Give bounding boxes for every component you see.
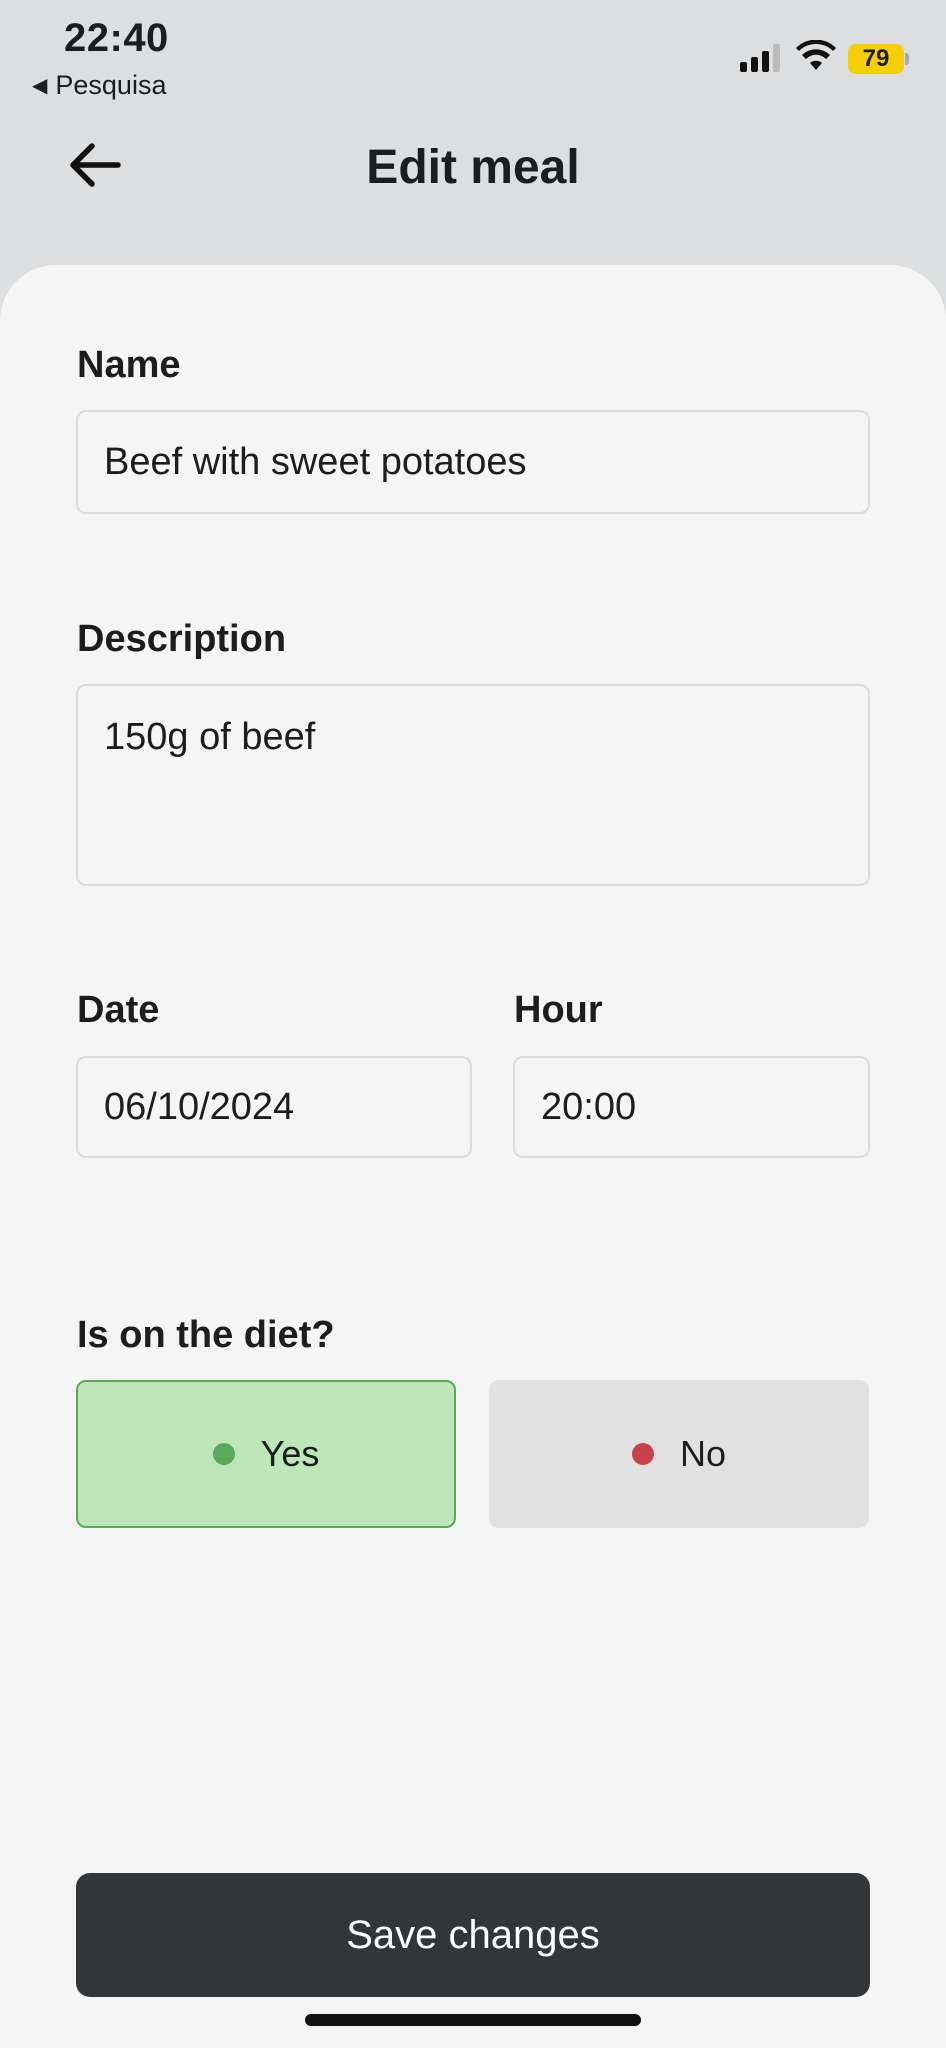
diet-yes-button[interactable]: Yes (76, 1380, 456, 1528)
wifi-icon (796, 40, 836, 70)
date-input-value: 06/10/2024 (104, 1085, 295, 1128)
diet-question-label: Is on the diet? (77, 1314, 335, 1356)
diet-yes-label: Yes (260, 1433, 320, 1474)
status-time: 22:40 (64, 16, 169, 60)
name-input-value: Beef with sweet potatoes (104, 440, 527, 483)
page-title: Edit meal (366, 141, 580, 194)
red-dot-icon (631, 1443, 654, 1465)
save-changes-button[interactable]: Save changes (76, 1873, 870, 1997)
back-triangle-icon: ◀ (32, 75, 48, 97)
home-indicator (305, 2014, 641, 2026)
save-changes-label: Save changes (346, 1912, 600, 1957)
date-input[interactable]: 06/10/2024 (76, 1056, 472, 1158)
hour-input[interactable]: 20:00 (513, 1056, 870, 1158)
name-input[interactable]: Beef with sweet potatoes (76, 410, 870, 514)
green-dot-icon (212, 1443, 235, 1465)
date-label: Date (77, 989, 160, 1031)
battery-level: 79 (848, 44, 904, 74)
diet-no-label: No (679, 1433, 727, 1474)
back-app-label: Pesquisa (55, 70, 167, 100)
cellular-signal-icon (740, 44, 780, 72)
battery-tip (905, 53, 909, 65)
back-to-app-link[interactable]: ◀ Pesquisa (32, 70, 166, 101)
name-label: Name (77, 344, 181, 386)
description-textarea[interactable]: 150g of beef (76, 684, 870, 886)
description-label: Description (77, 618, 287, 660)
diet-no-button[interactable]: No (489, 1380, 869, 1528)
status-bar: 22:40 ◀ Pesquisa 79 (0, 0, 946, 110)
hour-input-value: 20:00 (541, 1085, 637, 1128)
description-textarea-value: 150g of beef (104, 716, 316, 758)
hour-label: Hour (514, 989, 603, 1031)
header: Edit meal (0, 130, 946, 210)
